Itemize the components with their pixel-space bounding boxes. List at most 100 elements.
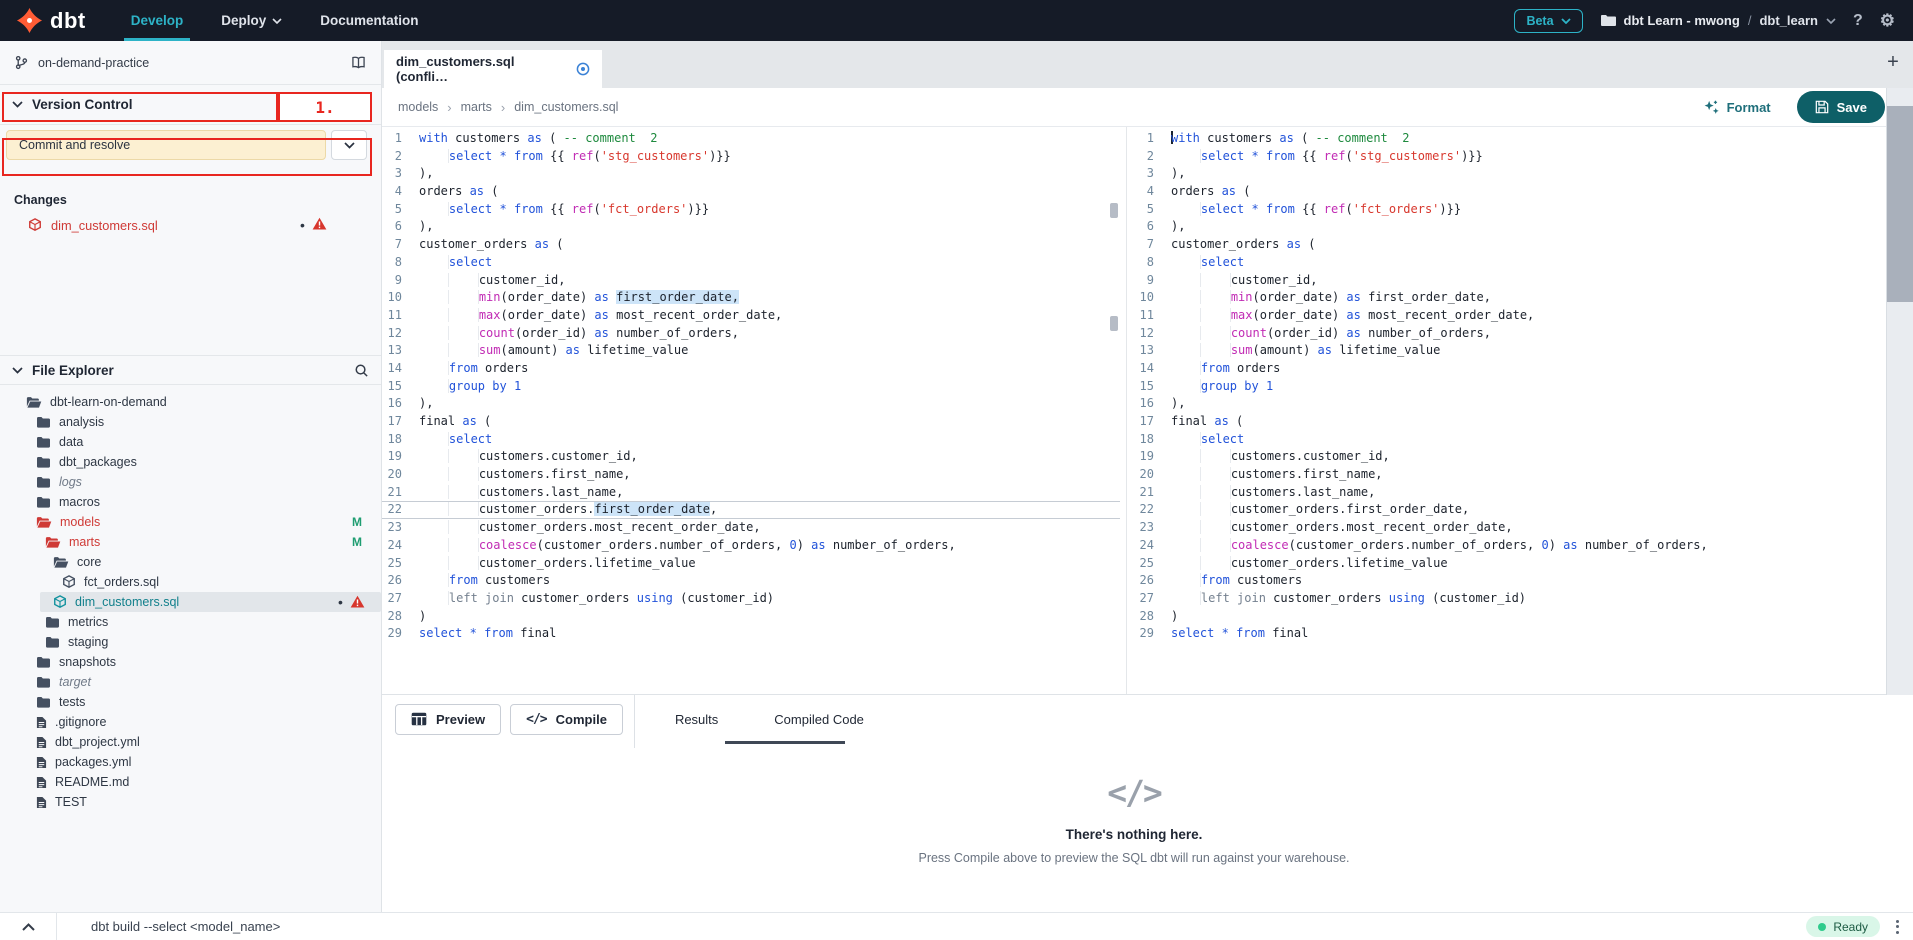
code-line[interactable]: 24 coalesce(customer_orders.number_of_or… [1127,537,1886,555]
code-line[interactable]: 23 customer_orders.most_recent_order_dat… [1127,519,1886,537]
code-line[interactable]: 15 group by 1 [382,378,1120,396]
nav-item-develop[interactable]: Develop [112,0,203,41]
save-button[interactable]: Save [1797,91,1885,123]
code-line[interactable]: 16), [382,395,1120,413]
tree-item-marts[interactable]: martsM [0,532,381,552]
code-line[interactable]: 5 select * from {{ ref('fct_orders')}} [382,201,1120,219]
expand-command-bar-button[interactable] [0,923,56,931]
account-name[interactable]: dbt Learn - mwong [1624,13,1740,28]
compile-button[interactable]: </> Compile [510,704,623,735]
code-line[interactable]: 24 coalesce(customer_orders.number_of_or… [382,537,1120,555]
code-line[interactable]: 13 sum(amount) as lifetime_value [382,342,1120,360]
tree-item-fct_orders.sql[interactable]: fct_orders.sql [0,572,381,592]
command-input[interactable]: dbt build --select <model_name> [57,919,280,934]
tree-item-snapshots[interactable]: snapshots [0,652,381,672]
code-line[interactable]: 7customer_orders as ( [382,236,1120,254]
code-line[interactable]: 15 group by 1 [1127,378,1886,396]
format-button[interactable]: Format [1703,99,1771,116]
code-line[interactable]: 1with customers as ( -- comment 2 [382,130,1120,148]
code-line[interactable]: 11 max(order_date) as most_recent_order_… [1127,307,1886,325]
left-scrollbar-marker[interactable] [1110,316,1118,331]
code-line[interactable]: 29select * from final [1127,625,1886,643]
beta-dropdown[interactable]: Beta [1514,9,1582,33]
tree-item-data[interactable]: data [0,432,381,452]
code-line[interactable]: 6), [1127,218,1886,236]
code-line[interactable]: 11 max(order_date) as most_recent_order_… [382,307,1120,325]
left-scrollbar-marker[interactable] [1110,203,1118,218]
tree-item-target[interactable]: target [0,672,381,692]
tree-item-staging[interactable]: staging [0,632,381,652]
code-line[interactable]: 17final as ( [382,413,1120,431]
preview-button[interactable]: Preview [395,704,501,735]
code-line[interactable]: 22 customer_orders.first_order_date, [1127,501,1886,519]
book-icon[interactable] [350,56,367,69]
code-line[interactable]: 20 customers.first_name, [1127,466,1886,484]
code-line[interactable]: 19 customers.customer_id, [382,448,1120,466]
code-line[interactable]: 23 customer_orders.most_recent_order_dat… [382,519,1120,537]
code-line[interactable]: 26 from customers [1127,572,1886,590]
tree-item-README.md[interactable]: README.md [0,772,381,792]
code-line[interactable]: 14 from orders [382,360,1120,378]
breadcrumb-file[interactable]: dim_customers.sql [514,100,618,114]
code-line[interactable]: 27 left join customer_orders using (cust… [1127,590,1886,608]
code-line[interactable]: 12 count(order_id) as number_of_orders, [382,325,1120,343]
tree-item-dbt_packages[interactable]: dbt_packages [0,452,381,472]
code-line[interactable]: 18 select [1127,431,1886,449]
code-line[interactable]: 10 min(order_date) as first_order_date, [1127,289,1886,307]
tab-results[interactable]: Results [655,712,738,727]
editor-scrollbar-thumb[interactable] [1887,106,1913,302]
search-icon[interactable] [354,363,369,378]
branch-row[interactable]: on-demand-practice [0,41,381,85]
code-line[interactable]: 9 customer_id, [1127,272,1886,290]
tree-item-metrics[interactable]: metrics [0,612,381,632]
code-line[interactable]: 1with customers as ( -- comment 2 [1127,130,1886,148]
code-line[interactable]: 27 left join customer_orders using (cust… [382,590,1120,608]
tree-item-dbt-learn-on-demand[interactable]: dbt-learn-on-demand [0,392,381,412]
tree-item-macros[interactable]: macros [0,492,381,512]
code-line[interactable]: 14 from orders [1127,360,1886,378]
tree-item-core[interactable]: core [0,552,381,572]
code-line[interactable]: 4orders as ( [382,183,1120,201]
tab-dim-customers[interactable]: dim_customers.sql (confli… [384,50,602,88]
code-line[interactable]: 17final as ( [1127,413,1886,431]
gear-icon[interactable]: ⚙ [1880,11,1895,31]
code-line[interactable]: 2 select * from {{ ref('stg_customers')}… [1127,148,1886,166]
code-line[interactable]: 22 customer_orders.first_order_date, [382,501,1120,519]
tree-item-TEST[interactable]: TEST [0,792,381,812]
nav-item-deploy[interactable]: Deploy [202,0,301,41]
tree-item-logs[interactable]: logs [0,472,381,492]
code-line[interactable]: 21 customers.last_name, [1127,484,1886,502]
code-line[interactable]: 25 customer_orders.lifetime_value [1127,555,1886,573]
code-line[interactable]: 2 select * from {{ ref('stg_customers')}… [382,148,1120,166]
code-line[interactable]: 8 select [1127,254,1886,272]
breadcrumb-marts[interactable]: marts [461,100,492,114]
code-line[interactable]: 13 sum(amount) as lifetime_value [1127,342,1886,360]
code-line[interactable]: 25 customer_orders.lifetime_value [382,555,1120,573]
help-icon[interactable]: ? [1853,12,1863,30]
editor-scrollbar-track[interactable] [1886,88,1913,695]
kebab-menu-icon[interactable] [1892,918,1903,936]
editor-pane-right[interactable]: 1with customers as ( -- comment 22 selec… [1126,127,1886,694]
code-line[interactable]: 8 select [382,254,1120,272]
tree-item-analysis[interactable]: analysis [0,412,381,432]
code-line[interactable]: 19 customers.customer_id, [1127,448,1886,466]
tree-item-dbt_project.yml[interactable]: dbt_project.yml [0,732,381,752]
chevron-down-icon[interactable] [1826,18,1836,24]
code-line[interactable]: 3), [1127,165,1886,183]
project-name[interactable]: dbt_learn [1759,13,1818,28]
file-explorer-header[interactable]: File Explorer [0,355,381,385]
code-line[interactable]: 6), [382,218,1120,236]
code-line[interactable]: 10 min(order_date) as first_order_date, [382,289,1120,307]
tree-item-packages.yml[interactable]: packages.yml [0,752,381,772]
code-line[interactable]: 20 customers.first_name, [382,466,1120,484]
changed-file-row[interactable]: dim_customers.sql • [0,213,381,237]
code-line[interactable]: 21 customers.last_name, [382,484,1120,502]
code-line[interactable]: 3), [382,165,1120,183]
tree-item-tests[interactable]: tests [0,692,381,712]
tree-item-dim_customers.sql[interactable]: dim_customers.sql• [40,592,381,612]
code-line[interactable]: 7customer_orders as ( [1127,236,1886,254]
code-line[interactable]: 18 select [382,431,1120,449]
code-line[interactable]: 16), [1127,395,1886,413]
commit-and-resolve-button[interactable]: Commit and resolve [6,130,326,160]
editor-pane-left[interactable]: 1with customers as ( -- comment 22 selec… [382,127,1120,694]
